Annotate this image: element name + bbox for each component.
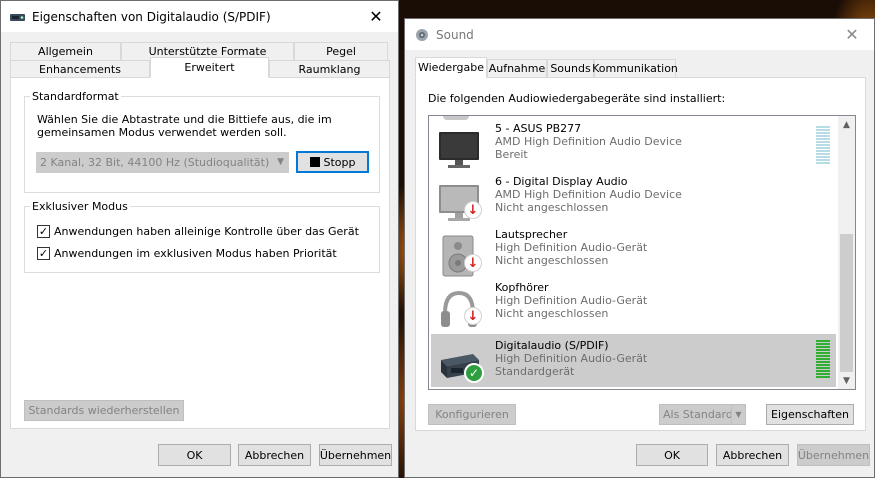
- device-item-asus-pb277[interactable]: 5 - ASUS PB277 AMD High Definition Audio…: [431, 122, 836, 175]
- tab-allgemein[interactable]: Allgemein: [10, 42, 121, 61]
- apply-button[interactable]: Übernehmen: [797, 444, 870, 466]
- standardformat-description-line2: gemeinsamen Modus verwendet werden soll.: [37, 126, 287, 139]
- partial-device-icon: [443, 116, 469, 120]
- device-description: High Definition Audio-Gerät: [495, 352, 648, 365]
- exklusiver-modus-label: Exklusiver Modus: [30, 200, 130, 213]
- speaker-device-icon: [10, 9, 26, 25]
- device-name: Lautsprecher: [495, 228, 568, 241]
- ok-button[interactable]: OK: [636, 444, 708, 466]
- standardformat-label: Standardformat: [30, 90, 121, 103]
- checkmark-icon: ✓: [38, 225, 49, 238]
- set-default-label: Als Standard: [663, 408, 733, 421]
- chevron-down-icon[interactable]: ▼: [731, 405, 745, 424]
- device-item-lautsprecher[interactable]: ↓ Lautsprecher High Definition Audio-Ger…: [431, 228, 836, 281]
- device-item-kopfhoerer[interactable]: ↓ Kopfhörer High Definition Audio-Gerät …: [431, 281, 836, 334]
- disconnected-badge-icon: ↓: [464, 254, 482, 272]
- device-item-digitalaudio-spdif[interactable]: ✓ Digitalaudio (S/PDIF) High Definition …: [431, 334, 836, 387]
- tab-sounds[interactable]: Sounds: [547, 59, 594, 78]
- window-title: Sound: [436, 27, 474, 42]
- default-device-check-icon: ✓: [464, 363, 484, 383]
- device-list-scrollbar[interactable]: ▲ ▼: [838, 116, 855, 389]
- device-status: Standardgerät: [495, 365, 575, 378]
- device-status: Nicht angeschlossen: [495, 254, 609, 267]
- exclusive-control-label[interactable]: Anwendungen haben alleinige Kontrolle üb…: [54, 225, 359, 238]
- device-status: Nicht angeschlossen: [495, 201, 609, 214]
- cancel-button[interactable]: Abbrechen: [716, 444, 789, 466]
- close-button[interactable]: ✕: [830, 19, 874, 50]
- device-name: 6 - Digital Display Audio: [495, 175, 628, 188]
- exclusive-priority-label[interactable]: Anwendungen im exklusiven Modus haben Pr…: [54, 247, 337, 260]
- ok-button[interactable]: OK: [158, 444, 231, 466]
- tab-aufnahme[interactable]: Aufnahme: [487, 59, 547, 78]
- sound-window: Sound ✕ Wiedergabe Aufnahme Sounds Kommu…: [404, 18, 875, 478]
- apply-button[interactable]: Übernehmen: [319, 444, 392, 466]
- scrollbar-thumb[interactable]: [840, 234, 853, 372]
- chevron-down-icon: ▼: [277, 157, 284, 167]
- tab-erweitert[interactable]: Erweitert: [150, 57, 269, 78]
- device-name: Digitalaudio (S/PDIF): [495, 339, 609, 352]
- close-button[interactable]: ✕: [354, 1, 398, 32]
- window-title: Eigenschaften von Digitalaudio (S/PDIF): [32, 9, 271, 24]
- tab-kommunikation[interactable]: Kommunikation: [592, 59, 678, 78]
- device-description: High Definition Audio-Gerät: [495, 241, 648, 254]
- set-default-button[interactable]: Als Standard ▼: [659, 404, 746, 425]
- monitor-icon: [437, 128, 481, 172]
- disconnected-badge-icon: ↓: [464, 201, 482, 219]
- exclusive-priority-checkbox[interactable]: ✓: [37, 247, 50, 260]
- format-select-value: 2 Kanal, 32 Bit, 44100 Hz (Studioqualitä…: [40, 156, 270, 169]
- device-list[interactable]: 5 - ASUS PB277 AMD High Definition Audio…: [428, 115, 856, 390]
- standardformat-description-line1: Wählen Sie die Abtastrate und die Bittie…: [37, 113, 332, 126]
- device-status: Bereit: [495, 148, 528, 161]
- restore-defaults-button[interactable]: Standards wiederherstellen: [24, 400, 184, 421]
- scroll-up-icon[interactable]: ▲: [838, 116, 855, 133]
- stop-button[interactable]: Stopp: [296, 151, 369, 173]
- device-description: AMD High Definition Audio Device: [495, 135, 682, 148]
- stop-square-icon: [309, 157, 320, 167]
- exclusive-control-checkbox[interactable]: ✓: [37, 225, 50, 238]
- volume-meter: [816, 126, 830, 166]
- sound-titlebar[interactable]: Sound ✕: [405, 19, 874, 50]
- properties-window: Eigenschaften von Digitalaudio (S/PDIF) …: [0, 0, 399, 478]
- tab-pegel[interactable]: Pegel: [294, 42, 388, 61]
- properties-button[interactable]: Eigenschaften: [766, 404, 854, 425]
- disconnected-badge-icon: ↓: [464, 307, 482, 325]
- cancel-button[interactable]: Abbrechen: [238, 444, 311, 466]
- scroll-down-icon[interactable]: ▼: [838, 372, 855, 389]
- devices-intro-text: Die folgenden Audiowiedergabegeräte sind…: [428, 92, 726, 105]
- exklusiver-modus-group: [24, 206, 380, 273]
- checkmark-icon: ✓: [38, 247, 49, 260]
- tab-wiedergabe[interactable]: Wiedergabe: [415, 57, 487, 78]
- standardformat-group: [24, 96, 380, 193]
- device-name: Kopfhörer: [495, 281, 549, 294]
- device-status: Nicht angeschlossen: [495, 307, 609, 320]
- format-select[interactable]: 2 Kanal, 32 Bit, 44100 Hz (Studioqualitä…: [36, 152, 289, 173]
- volume-meter: [816, 340, 830, 380]
- device-description: AMD High Definition Audio Device: [495, 188, 682, 201]
- device-description: High Definition Audio-Gerät: [495, 294, 648, 307]
- device-name: 5 - ASUS PB277: [495, 122, 582, 135]
- device-item-digital-display-audio[interactable]: ↓ 6 - Digital Display Audio AMD High Def…: [431, 175, 836, 228]
- properties-titlebar[interactable]: Eigenschaften von Digitalaudio (S/PDIF) …: [1, 1, 398, 32]
- stop-button-label: Stopp: [323, 155, 356, 169]
- tab-panel-erweitert: Standardformat Wählen Sie die Abtastrate…: [10, 77, 390, 429]
- sound-speaker-icon: [414, 27, 430, 43]
- configure-button[interactable]: Konfigurieren: [428, 404, 516, 425]
